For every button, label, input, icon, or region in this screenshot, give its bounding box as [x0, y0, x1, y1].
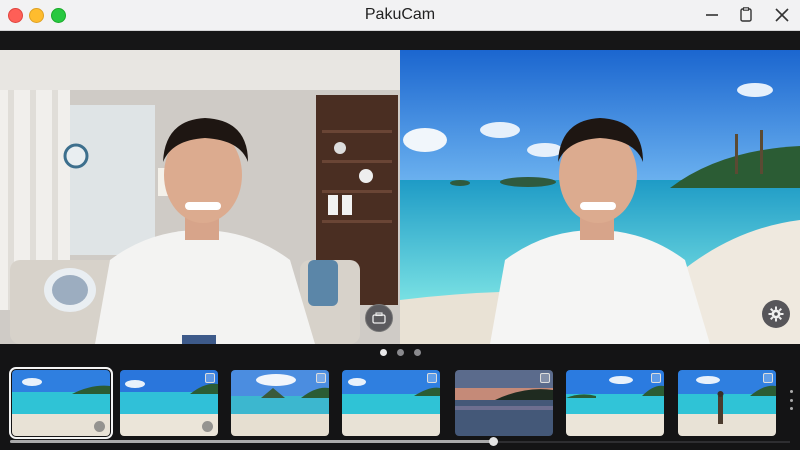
- pakucam-window: PakuCam: [0, 0, 800, 450]
- thumb-corner-icon: [763, 373, 773, 383]
- thumbnail-scrollbar-fill: [10, 440, 494, 443]
- background-thumb-beach-1[interactable]: [9, 367, 113, 439]
- thumb-status-icon: [94, 421, 105, 432]
- toolbar-strip: [0, 31, 800, 50]
- restore-icon[interactable]: [735, 4, 757, 26]
- background-thumb-beach-5[interactable]: [566, 370, 664, 436]
- page-indicator: [0, 349, 800, 356]
- virtual-background-preview: [400, 50, 800, 344]
- thumb-corner-icon: [316, 373, 326, 383]
- original-camera-preview: [0, 50, 400, 344]
- gear-icon[interactable]: [762, 300, 790, 328]
- thumb-corner-icon: [651, 373, 661, 383]
- thumb-corner-icon: [427, 373, 437, 383]
- background-thumb-beach-4[interactable]: [342, 370, 440, 436]
- window-title: PakuCam: [364, 6, 436, 23]
- more-options-icon[interactable]: [788, 390, 794, 410]
- page-dot-1[interactable]: [379, 349, 387, 356]
- close-icon[interactable]: [771, 4, 793, 26]
- background-thumb-sunset-water[interactable]: [455, 370, 553, 436]
- minimize-icon[interactable]: [701, 4, 723, 26]
- thumb-corner-icon: [540, 373, 550, 383]
- thumb-status-icon: [202, 421, 213, 432]
- background-thumb-beach-person[interactable]: [678, 370, 776, 436]
- thumb-corner-icon: [205, 373, 215, 383]
- page-dot-3[interactable]: [413, 349, 421, 356]
- title-bar: PakuCam: [0, 0, 800, 31]
- page-dot-2[interactable]: [396, 349, 404, 356]
- background-thumb-beach-3[interactable]: [231, 370, 329, 436]
- camera-switch-icon[interactable]: [365, 304, 393, 332]
- background-thumb-beach-2[interactable]: [120, 370, 218, 436]
